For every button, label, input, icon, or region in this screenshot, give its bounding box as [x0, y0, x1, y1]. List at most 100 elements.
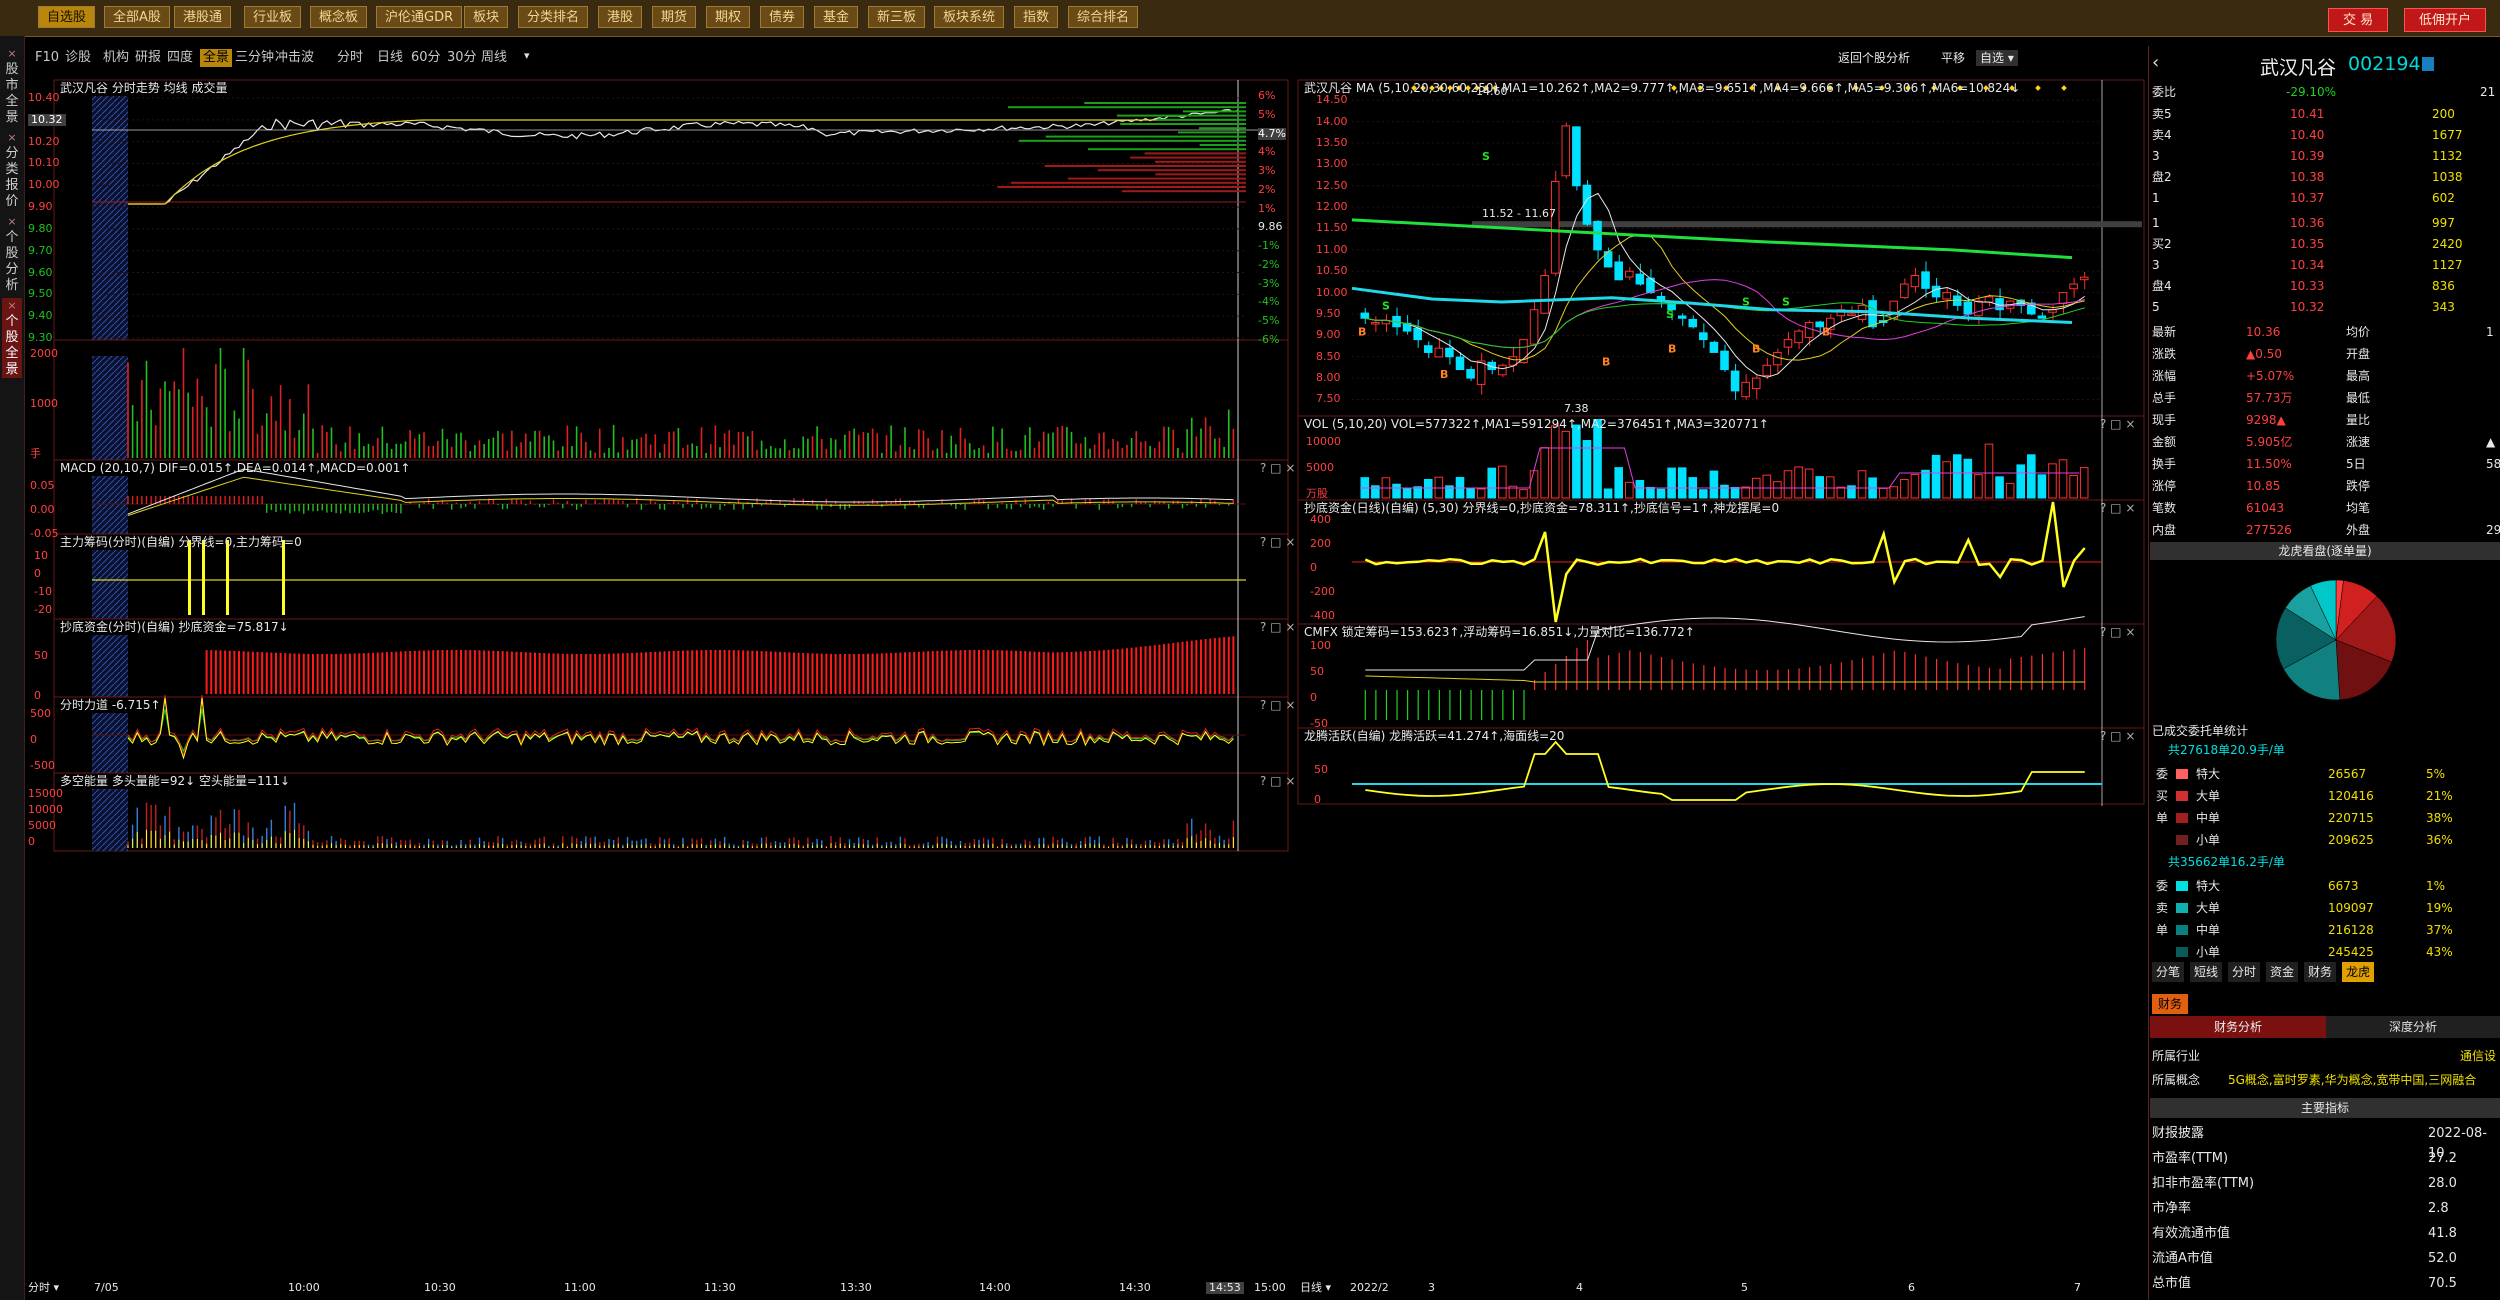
- date-tick: 2022/2: [1350, 1281, 1389, 1294]
- view-tab-7[interactable]: 冲击波: [272, 49, 317, 67]
- close-icon[interactable]: ? □ ×: [1260, 697, 1295, 713]
- kline-price-tick: 9.00: [1316, 328, 1341, 342]
- date-tick: 6: [1908, 1281, 1915, 1294]
- view-tab-8[interactable]: 分时: [334, 49, 366, 67]
- close-icon[interactable]: ? □ ×: [1260, 773, 1295, 789]
- pct-tick: 2%: [1258, 182, 1276, 196]
- pan-button[interactable]: 平移: [1941, 50, 1965, 66]
- top-tab-13[interactable]: 新三板: [868, 6, 926, 28]
- top-tab-9[interactable]: 期货: [652, 6, 697, 28]
- macd-title[interactable]: MACD (20,10,7) DIF=0.015↑,DEA=0.014↑,MAC…: [60, 460, 410, 476]
- close-icon[interactable]: ? □ ×: [1260, 619, 1295, 635]
- view-tab-9[interactable]: 日线: [374, 49, 406, 67]
- kline-title[interactable]: 武汉凡谷 MA (5,10,20,30,60,250) MA1=10.262↑,…: [1304, 80, 2020, 96]
- cmfx-tick: 0: [1310, 691, 1317, 704]
- pct-tick: 5%: [1258, 107, 1276, 121]
- top-tab-6[interactable]: 板块: [464, 6, 509, 28]
- cmfx-tick: 50: [1310, 665, 1324, 678]
- trade-button[interactable]: 交 易: [2328, 8, 2389, 32]
- daily-fund-tick: -400: [1310, 609, 1335, 622]
- view-tab-0[interactable]: F10: [32, 49, 62, 67]
- top-tab-7[interactable]: 分类排名: [518, 6, 589, 28]
- top-tab-11[interactable]: 债券: [760, 6, 805, 28]
- view-tab-6[interactable]: 三分钟: [232, 49, 277, 67]
- close-icon[interactable]: ? □ ×: [2100, 728, 2135, 744]
- cmfx-tick: 100: [1310, 639, 1331, 652]
- pct-tick: -1%: [1258, 239, 1280, 253]
- chevron-down-icon[interactable]: ▾: [524, 49, 540, 65]
- pct-tick: -2%: [1258, 257, 1280, 271]
- price-tick: 9.80: [28, 221, 53, 235]
- dragon-active-title[interactable]: 龙腾活跃(自编) 龙腾活跃=41.274↑,海面线=20: [1304, 728, 1564, 744]
- top-tab-5[interactable]: 沪伦通GDR: [376, 6, 463, 28]
- top-tab-4[interactable]: 概念板: [310, 6, 368, 28]
- main-chip-title[interactable]: 主力筹码(分时)(自编) 分界线=0,主力筹码=0: [60, 534, 302, 550]
- cmfx-tick: -50: [1310, 717, 1328, 730]
- intraday-force-title[interactable]: 分时力道 -6.715↑: [60, 697, 161, 713]
- back-analysis-link[interactable]: 返回个股分析: [1838, 50, 1910, 66]
- energy-tick: 0: [28, 835, 35, 848]
- daily-fund-tick: 200: [1310, 537, 1331, 550]
- view-tab-2[interactable]: 机构: [100, 49, 132, 67]
- top-tab-12[interactable]: 基金: [814, 6, 859, 28]
- vol-tick: 手: [30, 447, 41, 460]
- top-tab-15[interactable]: 指数: [1014, 6, 1059, 28]
- bottom-fund-title[interactable]: 抄底资金(分时)(自编) 抄底资金=75.817↓: [60, 619, 289, 635]
- view-tab-1[interactable]: 诊股: [62, 49, 94, 67]
- top-tab-16[interactable]: 综合排名: [1068, 6, 1139, 28]
- daily-fund-tick: 0: [1310, 561, 1317, 574]
- view-tab-5[interactable]: 全景: [200, 49, 233, 67]
- view-tab-12[interactable]: 周线: [478, 49, 510, 67]
- volume-title[interactable]: VOL (5,10,20) VOL=577322↑,MA1=591294↑,MA…: [1304, 416, 1769, 432]
- side-tab-3[interactable]: × 个 股 全 景: [2, 298, 22, 378]
- close-icon[interactable]: ×: [2, 46, 22, 62]
- info-icon[interactable]: [2422, 57, 2434, 71]
- close-icon[interactable]: ×: [2, 298, 22, 314]
- vol-tick: 1000: [30, 397, 58, 410]
- side-tab-2[interactable]: × 个 股 分 析: [2, 214, 22, 294]
- kline-price-tick: 7.50: [1316, 392, 1341, 406]
- period-selector[interactable]: 日线 ▾: [1300, 1282, 1331, 1294]
- top-tab-14[interactable]: 板块系统: [934, 6, 1005, 28]
- top-tab-1[interactable]: 全部A股: [104, 6, 170, 28]
- pct-tick: -6%: [1258, 333, 1280, 346]
- view-tab-4[interactable]: 四度: [164, 49, 196, 67]
- top-tab-8[interactable]: 港股: [598, 6, 643, 28]
- intraday-title[interactable]: 武汉凡谷 分时走势 均线 成交量: [60, 80, 227, 96]
- side-tab-label: 股 市 全 景: [5, 62, 19, 125]
- view-tab-10[interactable]: 60分: [408, 49, 444, 67]
- stock-name: 武汉凡谷: [2260, 57, 2337, 79]
- top-tab-3[interactable]: 行业板: [244, 6, 302, 28]
- daily-bottom-fund-title[interactable]: 抄底资金(日线)(自编) (5,30) 分界线=0,抄底资金=78.311↑,抄…: [1304, 500, 1779, 516]
- close-icon[interactable]: ? □ ×: [2100, 416, 2135, 432]
- price-tick: 10.10: [28, 156, 60, 170]
- top-tab-2[interactable]: 港股通: [174, 6, 232, 28]
- view-tab-3[interactable]: 研报: [132, 49, 164, 67]
- vol-tick: 万股: [1306, 487, 1328, 500]
- vol-tick: 2000: [30, 347, 58, 360]
- time-tick: 14:00: [979, 1281, 1011, 1294]
- view-tab-11[interactable]: 30分: [444, 49, 480, 67]
- close-icon[interactable]: ×: [2, 130, 22, 146]
- daily-fund-tick: 400: [1310, 513, 1331, 526]
- long-short-energy-title[interactable]: 多空能量 多头量能=92↓ 空头能量=111↓: [60, 773, 290, 789]
- top-tab-0[interactable]: 自选股: [38, 6, 96, 28]
- open-account-button[interactable]: 低佣开户: [2404, 8, 2487, 32]
- back-icon[interactable]: ‹: [2152, 52, 2159, 73]
- side-tab-0[interactable]: × 股 市 全 景: [2, 46, 22, 126]
- cmfx-title[interactable]: CMFX 锁定筹码=153.623↑,浮动筹码=16.851↓,力量对比=136…: [1304, 624, 1695, 640]
- force-tick: -500: [30, 759, 55, 772]
- close-icon[interactable]: ? □ ×: [2100, 500, 2135, 516]
- top-toolbar: 自选股 全部A股 港股通 行业板 概念板 沪伦通GDR 板块 分类排名 港股 期货 期权 债券 基金 新三…: [0, 0, 2500, 37]
- price-tick: 9.50: [28, 287, 53, 301]
- top-tab-10[interactable]: 期权: [706, 6, 751, 28]
- price-tick: 10.00: [28, 178, 60, 192]
- close-icon[interactable]: ? □ ×: [1260, 460, 1295, 476]
- kline-price-tick: 8.00: [1316, 371, 1341, 385]
- watchlist-dropdown[interactable]: 自选 ▾: [1976, 50, 2018, 66]
- close-icon[interactable]: ? □ ×: [1260, 534, 1295, 550]
- close-icon[interactable]: ×: [2, 214, 22, 230]
- period-selector[interactable]: 分时 ▾: [28, 1282, 59, 1294]
- close-icon[interactable]: ? □ ×: [2100, 624, 2135, 640]
- side-tab-1[interactable]: × 分 类 报 价: [2, 130, 22, 210]
